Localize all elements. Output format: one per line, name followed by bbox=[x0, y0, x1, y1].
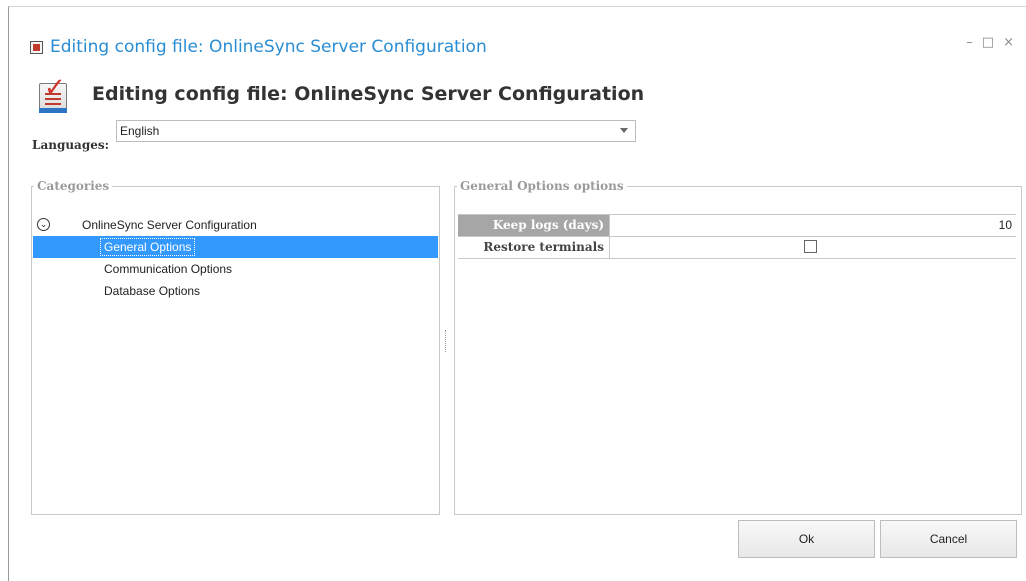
tree-item-database-options[interactable]: Database Options bbox=[33, 280, 438, 302]
languages-label: Languages: bbox=[32, 138, 110, 152]
property-grid: Keep logs (days) 10 Restore terminals bbox=[458, 214, 1016, 259]
property-key[interactable]: Keep logs (days) bbox=[458, 215, 610, 236]
ok-button[interactable]: Ok bbox=[738, 520, 875, 558]
title-bar: Editing config file: OnlineSync Server C… bbox=[30, 36, 487, 58]
window-controls: – □ × bbox=[966, 36, 1014, 50]
tree-root-node[interactable]: ⌄ OnlineSync Server Configuration bbox=[33, 214, 438, 236]
tree-item-label: General Options bbox=[99, 238, 196, 256]
dialog-header: ✓ Editing config file: OnlineSync Server… bbox=[36, 74, 644, 114]
categories-group: Categories ⌄ OnlineSync Server Configura… bbox=[31, 179, 440, 515]
tree-item-communication-options[interactable]: Communication Options bbox=[33, 258, 438, 280]
categories-tree: ⌄ OnlineSync Server Configuration Genera… bbox=[33, 214, 438, 302]
categories-legend: Categories bbox=[37, 179, 110, 193]
checklist-icon: ✓ bbox=[36, 75, 74, 113]
tree-item-general-options[interactable]: General Options bbox=[33, 236, 438, 258]
tree-item-label: Database Options bbox=[104, 284, 201, 298]
collapse-toggle-icon[interactable]: ⌄ bbox=[37, 218, 50, 231]
keep-logs-input[interactable]: 10 bbox=[610, 215, 1016, 236]
panel-splitter[interactable] bbox=[445, 330, 447, 352]
languages-dropdown[interactable]: English bbox=[116, 120, 636, 142]
languages-selected-value: English bbox=[120, 124, 160, 138]
property-key[interactable]: Restore terminals bbox=[458, 237, 610, 258]
maximize-icon[interactable]: □ bbox=[982, 36, 994, 50]
minimize-icon[interactable]: – bbox=[966, 36, 973, 50]
chevron-down-icon[interactable] bbox=[620, 128, 628, 133]
property-row-keep-logs: Keep logs (days) 10 bbox=[458, 215, 1016, 237]
property-row-restore-terminals: Restore terminals bbox=[458, 237, 1016, 259]
tree-item-label: Communication Options bbox=[104, 262, 233, 276]
options-group: General Options options Keep logs (days)… bbox=[454, 179, 1022, 515]
restore-terminals-checkbox[interactable] bbox=[804, 240, 817, 253]
restore-terminals-cell bbox=[610, 237, 1016, 258]
options-legend: General Options options bbox=[460, 179, 624, 193]
cancel-button[interactable]: Cancel bbox=[880, 520, 1017, 558]
config-file-icon bbox=[30, 40, 43, 54]
tree-root-label: OnlineSync Server Configuration bbox=[82, 218, 257, 232]
close-icon[interactable]: × bbox=[1003, 36, 1014, 50]
window-title: Editing config file: OnlineSync Server C… bbox=[50, 37, 487, 57]
dialog-heading: Editing config file: OnlineSync Server C… bbox=[92, 83, 645, 105]
